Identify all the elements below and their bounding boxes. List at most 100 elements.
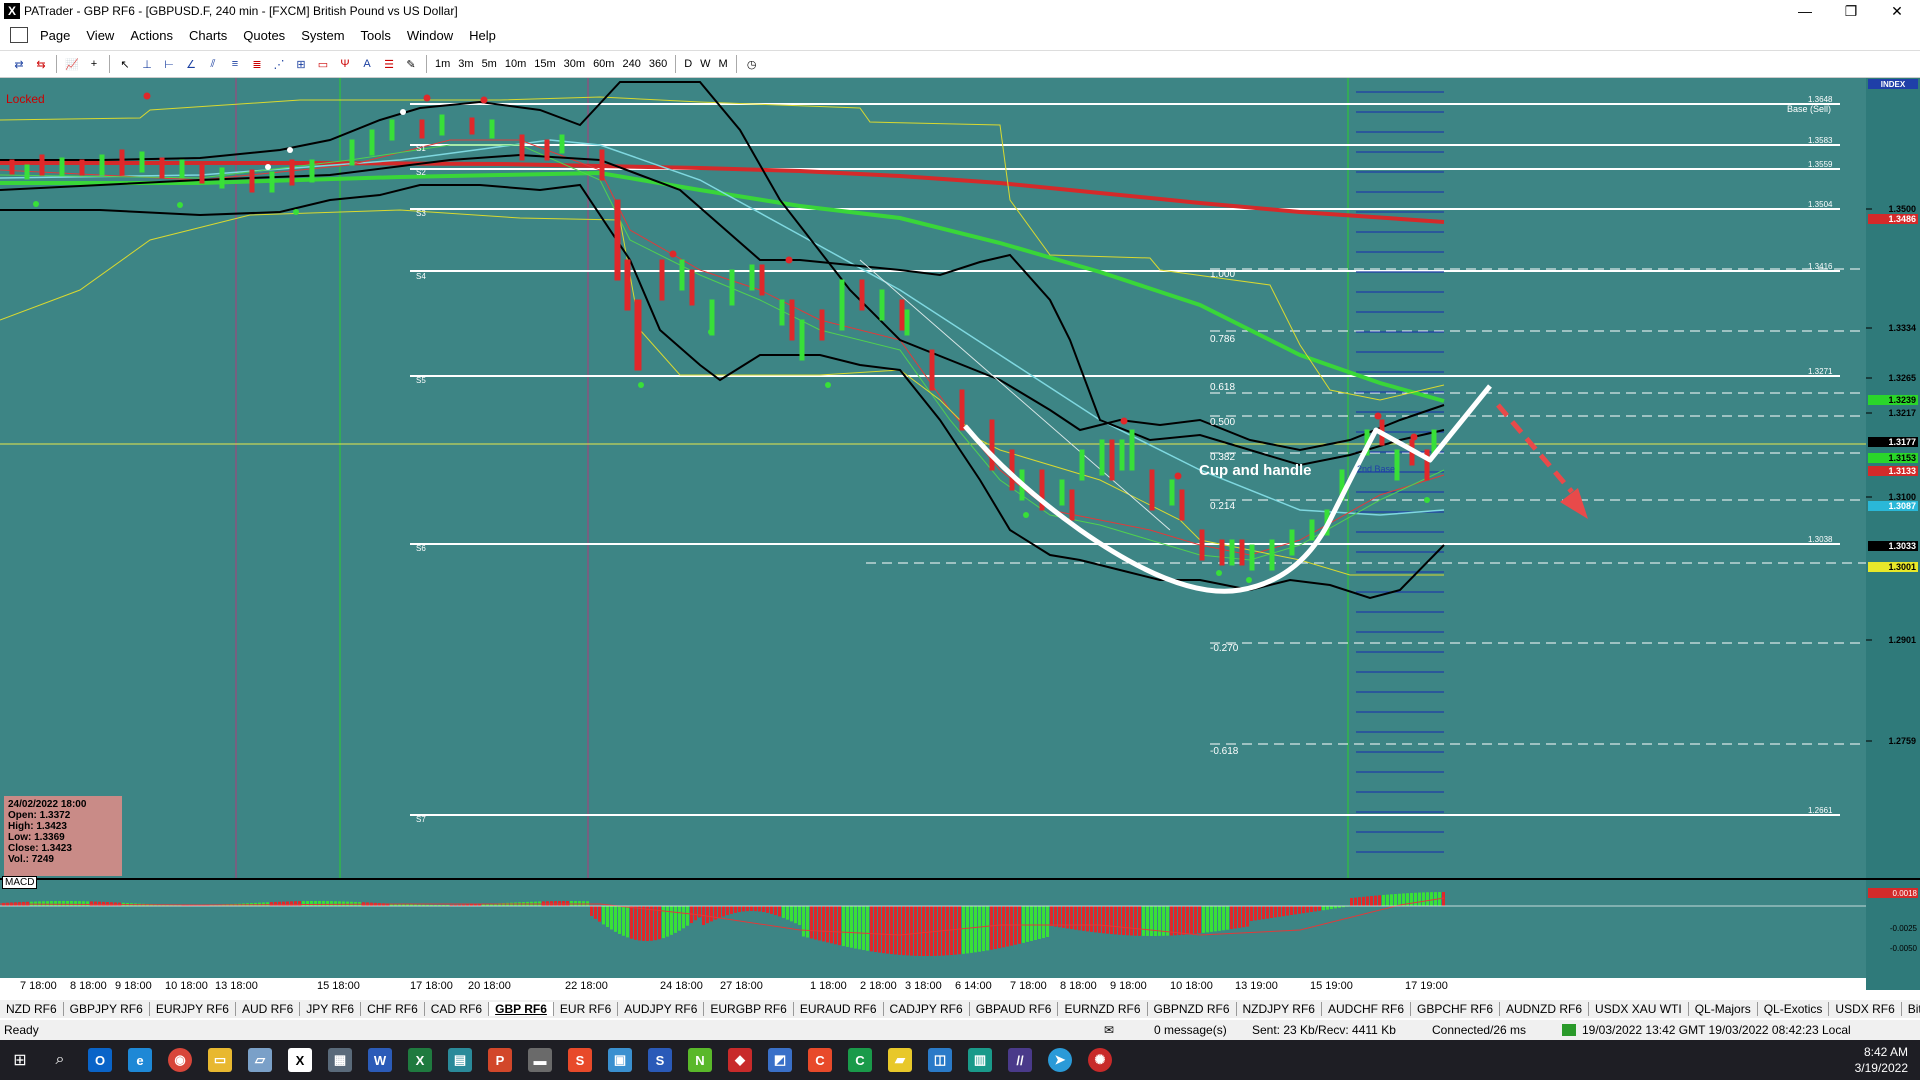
message-icon[interactable]: ✉ [1104, 1023, 1154, 1037]
menu-help[interactable]: Help [461, 28, 504, 43]
tf-30m[interactable]: 30m [560, 58, 589, 70]
tf-10m[interactable]: 10m [501, 58, 530, 70]
outlook-icon[interactable]: O [80, 1040, 120, 1080]
powerpoint-icon[interactable]: P [480, 1040, 520, 1080]
tab-usdx-rf6[interactable]: USDX RF6 [1829, 1002, 1902, 1016]
menu-quotes[interactable]: Quotes [235, 28, 293, 43]
tab-gbpchf-rf6[interactable]: GBPCHF RF6 [1411, 1002, 1501, 1016]
start-icon[interactable]: ⊞ [0, 1040, 40, 1080]
levels-icon[interactable]: ☰ [379, 55, 399, 73]
crosshair-icon[interactable]: + [84, 55, 104, 73]
tab-euraud-rf6[interactable]: EURAUD RF6 [794, 1002, 884, 1016]
fib-icon[interactable]: ≡ [225, 55, 245, 73]
menu-charts[interactable]: Charts [181, 28, 235, 43]
search-icon[interactable]: ⌕ [40, 1040, 80, 1080]
app-icon-13[interactable]: ▰ [880, 1040, 920, 1080]
tf-60m[interactable]: 60m [589, 58, 618, 70]
tab-bitcoin[interactable]: Bitcoin [1902, 1002, 1920, 1016]
tf-3m[interactable]: 3m [454, 58, 477, 70]
app-icon-16[interactable]: // [1000, 1040, 1040, 1080]
pen-icon[interactable]: ✎ [401, 55, 421, 73]
tab-cad-rf6[interactable]: CAD RF6 [425, 1002, 490, 1016]
channel-icon[interactable]: ⫽ [203, 55, 223, 73]
price-chart[interactable]: Cup and handle 2nd Base Base (Sell) 1.00… [0, 78, 1920, 990]
app-icon-5[interactable]: S [560, 1040, 600, 1080]
telegram-icon[interactable]: ➤ [1040, 1040, 1080, 1080]
tf-5m[interactable]: 5m [478, 58, 501, 70]
tab-aud-rf6[interactable]: AUD RF6 [236, 1002, 301, 1016]
menu-window[interactable]: Window [399, 28, 461, 43]
app-icon-8[interactable]: N [680, 1040, 720, 1080]
app-icon-17[interactable]: ✺ [1080, 1040, 1120, 1080]
app-icon-11[interactable]: C [800, 1040, 840, 1080]
tab-usdx-xau-wti[interactable]: USDX XAU WTI [1589, 1002, 1689, 1016]
tab-nzd-rf6[interactable]: NZD RF6 [0, 1002, 64, 1016]
maximize-button[interactable]: ❐ [1828, 0, 1874, 22]
tab-gbp-rf6[interactable]: GBP RF6 [489, 1002, 554, 1016]
app-icon-2[interactable]: ▱ [240, 1040, 280, 1080]
sell-icon[interactable]: ⇆ [31, 55, 51, 73]
tf-daily[interactable]: D [680, 58, 696, 70]
system-clock[interactable]: 8:42 AM 3/19/2022 [1855, 1040, 1908, 1080]
calculator-icon[interactable]: ▦ [320, 1040, 360, 1080]
app-icon-15[interactable]: ▥ [960, 1040, 1000, 1080]
tf-240[interactable]: 240 [618, 58, 644, 70]
trendline-icon[interactable]: ∠ [181, 55, 201, 73]
menu-page[interactable]: Page [32, 28, 78, 43]
tab-ql-exotics[interactable]: QL-Exotics [1758, 1002, 1830, 1016]
tf-monthly[interactable]: M [715, 58, 732, 70]
app-icon-4[interactable]: ▬ [520, 1040, 560, 1080]
gann-icon[interactable]: ⊞ [291, 55, 311, 73]
edge-icon[interactable]: e [120, 1040, 160, 1080]
tab-jpy-rf6[interactable]: JPY RF6 [300, 1002, 362, 1016]
chart-icon[interactable]: 📈 [62, 55, 82, 73]
tab-eurnzd-rf6[interactable]: EURNZD RF6 [1058, 1002, 1148, 1016]
fan-icon[interactable]: ⋰ [269, 55, 289, 73]
tf-weekly[interactable]: W [696, 58, 714, 70]
pitchfork-icon[interactable]: Ψ [335, 55, 355, 73]
word-icon[interactable]: W [360, 1040, 400, 1080]
tab-audjpy-rf6[interactable]: AUDJPY RF6 [618, 1002, 705, 1016]
tab-gbpaud-rf6[interactable]: GBPAUD RF6 [970, 1002, 1059, 1016]
menu-actions[interactable]: Actions [122, 28, 181, 43]
close-button[interactable]: ✕ [1874, 0, 1920, 22]
app-icon-14[interactable]: ◫ [920, 1040, 960, 1080]
rectangle-icon[interactable]: ▭ [313, 55, 333, 73]
tf-360[interactable]: 360 [645, 58, 671, 70]
tab-ql-majors[interactable]: QL-Majors [1689, 1002, 1758, 1016]
tab-audnzd-rf6[interactable]: AUDNZD RF6 [1500, 1002, 1590, 1016]
tab-audchf-rf6[interactable]: AUDCHF RF6 [1322, 1002, 1411, 1016]
app-icon-10[interactable]: ◩ [760, 1040, 800, 1080]
app-icon-9[interactable]: ◆ [720, 1040, 760, 1080]
menu-system[interactable]: System [293, 28, 352, 43]
tab-gbpnzd-rf6[interactable]: GBPNZD RF6 [1148, 1002, 1237, 1016]
app-icon-3[interactable]: ▤ [440, 1040, 480, 1080]
status-messages[interactable]: 0 message(s) [1154, 1023, 1252, 1037]
chrome-icon[interactable]: ◉ [160, 1040, 200, 1080]
text-icon[interactable]: A [357, 55, 377, 73]
clock-icon[interactable]: ◷ [742, 55, 762, 73]
menu-view[interactable]: View [78, 28, 122, 43]
app-icon-7[interactable]: S [640, 1040, 680, 1080]
minimize-button[interactable]: — [1782, 0, 1828, 22]
tab-eurjpy-rf6[interactable]: EURJPY RF6 [150, 1002, 236, 1016]
excel-icon[interactable]: X [400, 1040, 440, 1080]
tab-nzdjpy-rf6[interactable]: NZDJPY RF6 [1237, 1002, 1322, 1016]
tab-chf-rf6[interactable]: CHF RF6 [361, 1002, 425, 1016]
fib-retrace-icon[interactable]: ≣ [247, 55, 267, 73]
menu-tools[interactable]: Tools [353, 28, 399, 43]
app-icon-6[interactable]: ▣ [600, 1040, 640, 1080]
tf-15m[interactable]: 15m [530, 58, 559, 70]
pointer-icon[interactable]: ↖ [115, 55, 135, 73]
vline-icon[interactable]: ⊢ [159, 55, 179, 73]
buy-icon[interactable]: ⇄ [9, 55, 29, 73]
tab-cadjpy-rf6[interactable]: CADJPY RF6 [884, 1002, 970, 1016]
chart-area[interactable]: Cup and handle 2nd Base Base (Sell) 1.00… [0, 78, 1920, 990]
tab-gbpjpy-rf6[interactable]: GBPJPY RF6 [64, 1002, 150, 1016]
tab-eur-rf6[interactable]: EUR RF6 [554, 1002, 619, 1016]
tf-1m[interactable]: 1m [431, 58, 454, 70]
patrader-icon[interactable]: X [280, 1040, 320, 1080]
tab-eurgbp-rf6[interactable]: EURGBP RF6 [704, 1002, 794, 1016]
hline-icon[interactable]: ⊥ [137, 55, 157, 73]
explorer-icon[interactable]: ▭ [200, 1040, 240, 1080]
